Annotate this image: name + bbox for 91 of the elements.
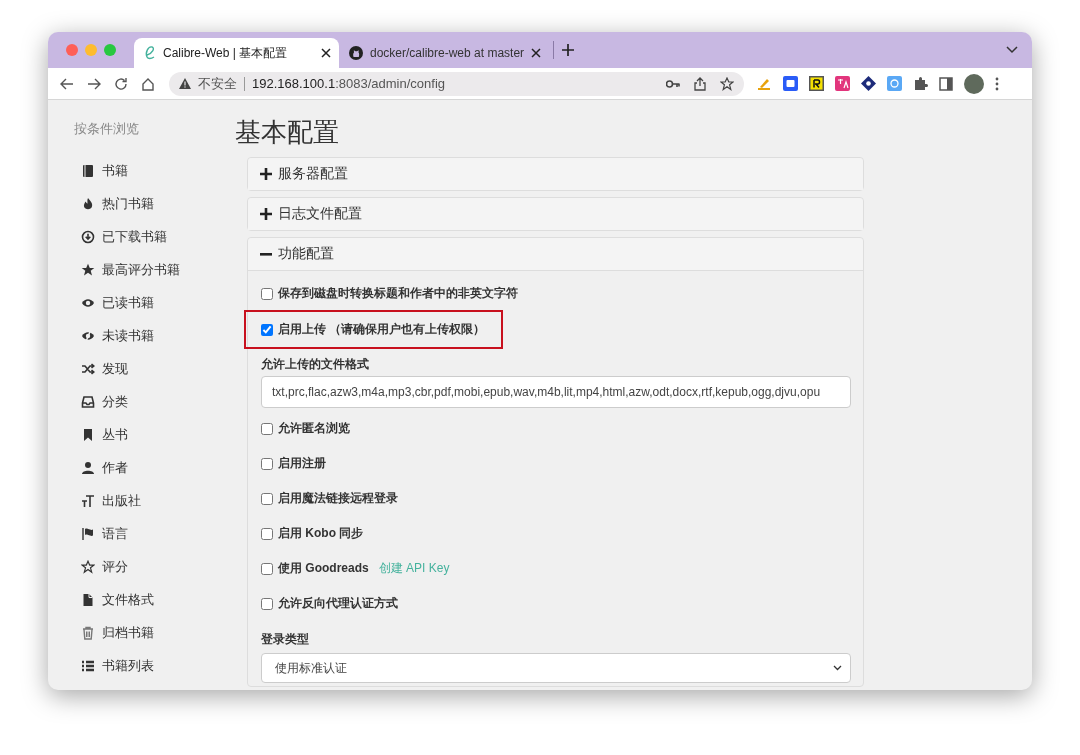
home-icon [141, 76, 155, 91]
book-icon [81, 163, 95, 178]
bookmark-icon [81, 427, 95, 442]
extension-icon [783, 76, 798, 91]
user-icon [81, 460, 95, 475]
field-label: 登录类型 [261, 631, 309, 648]
checkbox[interactable] [261, 422, 273, 435]
checkbox-label: 启用注册 [278, 455, 326, 472]
forward-arrow-icon [87, 77, 101, 90]
input-field[interactable]: txt,prc,flac,azw3,m4a,mp3,cbr,pdf,mobi,epub,wav,m4b,lit,mp4,html,azw,odt,docx,rtf,kepub,ogg,djvu,opu [261, 376, 851, 408]
file-icon [81, 592, 95, 607]
panel-header[interactable]: 服务器配置 [248, 158, 863, 190]
sidebar-item[interactable]: 热门书籍 [48, 187, 154, 220]
bookmark-star-icon [720, 76, 734, 91]
star-outline-icon [81, 559, 95, 574]
share-icon [694, 76, 706, 91]
window-control-icon [66, 44, 78, 56]
sidebar-item[interactable]: 出版社 [48, 484, 141, 517]
url-text: 192.168.100.1:8083/admin/config [252, 76, 445, 91]
side-panel-icon [939, 76, 953, 91]
pen-icon [756, 76, 772, 91]
checkbox[interactable] [261, 562, 273, 575]
browser-tab[interactable]: Calibre-Web | 基本配置 [134, 38, 339, 68]
checkbox[interactable] [261, 527, 273, 540]
flag-icon [81, 526, 95, 541]
close-icon [321, 48, 331, 58]
panel-title: 日志文件配置 [278, 205, 362, 223]
shuffle-icon [81, 361, 95, 376]
checkbox-label: 保存到磁盘时转换标题和作者中的非英文字符 [278, 285, 518, 302]
panel-title: 功能配置 [278, 245, 334, 263]
sidebar-item[interactable]: 已下载书籍 [48, 220, 167, 253]
chevron-down-icon [833, 665, 842, 671]
download-circle-icon [81, 229, 95, 244]
sidebar-item[interactable]: 书籍列表 [48, 649, 154, 682]
warning-icon [179, 78, 191, 89]
chevron-down-icon [1006, 46, 1018, 54]
checkbox[interactable] [260, 323, 273, 336]
sidebar-item[interactable]: 文件格式 [48, 583, 154, 616]
reload-icon [114, 76, 128, 91]
sidebar-item[interactable]: 作者 [48, 451, 128, 484]
new-tab-icon [562, 44, 575, 56]
field-label: 允许上传的文件格式 [261, 356, 369, 373]
extension-icon [809, 76, 824, 91]
checkbox[interactable] [261, 492, 273, 505]
octocat-icon [349, 46, 363, 60]
puzzle-icon [913, 76, 928, 91]
checkbox-label: 使用 Goodreads [278, 560, 369, 577]
star-icon [81, 262, 95, 277]
text-size-icon [81, 493, 95, 508]
checkbox-label: 允许反向代理认证方式 [278, 595, 398, 612]
page-title: 基本配置 [235, 116, 339, 149]
key-icon [666, 79, 680, 88]
sidebar-item[interactable]: 最高评分书籍 [48, 253, 180, 286]
fire-icon [81, 196, 95, 211]
back-arrow-icon [60, 77, 74, 90]
panel-title: 服务器配置 [278, 165, 348, 183]
checkbox-label: 启用魔法链接远程登录 [278, 490, 398, 507]
window-control-icon [85, 44, 97, 56]
security-label: 不安全 [198, 74, 237, 93]
sidebar-item[interactable]: 分类 [48, 385, 128, 418]
sidebar-item[interactable]: 语言 [48, 517, 128, 550]
checkbox[interactable] [261, 287, 273, 300]
translate-icon [835, 76, 850, 91]
extension-icon [887, 76, 902, 91]
panel-header[interactable]: 日志文件配置 [248, 198, 863, 230]
sidebar-item[interactable]: 已读书籍 [48, 286, 154, 319]
list-icon [81, 658, 95, 673]
address-field[interactable]: 不安全 192.168.100.1:8083/admin/config [169, 71, 744, 96]
checkbox[interactable] [261, 597, 273, 610]
sidebar-item[interactable]: 书籍 [48, 154, 128, 187]
close-icon [531, 48, 542, 58]
sidebar-item[interactable]: 未读书籍 [48, 319, 154, 352]
sidebar-item[interactable]: 发现 [48, 352, 128, 385]
trash-icon [81, 625, 95, 640]
select-field[interactable]: 使用标准认证 [261, 653, 851, 683]
panel-header[interactable]: 功能配置 [248, 238, 863, 271]
sidebar-item[interactable]: 评分 [48, 550, 128, 583]
browser-tab[interactable]: docker/calibre-web at master [339, 38, 550, 68]
sidebar-item[interactable]: 丛书 [48, 418, 128, 451]
checkbox-label: 启用上传 （请确保用户也有上传权限） [277, 321, 485, 338]
checkbox-label: 允许匿名浏览 [278, 420, 350, 437]
avatar-icon [964, 73, 984, 94]
letter-e-logo-icon [144, 45, 156, 61]
checkbox[interactable] [261, 457, 273, 470]
window-control-icon [104, 44, 116, 56]
checkbox-label: 启用 Kobo 同步 [278, 525, 364, 542]
inbox-icon [81, 394, 95, 409]
diamond-icon [861, 76, 876, 91]
sidebar-item[interactable]: 归档书籍 [48, 616, 154, 649]
sidebar-heading: 按条件浏览 [73, 120, 139, 138]
more-menu-icon [995, 76, 999, 91]
